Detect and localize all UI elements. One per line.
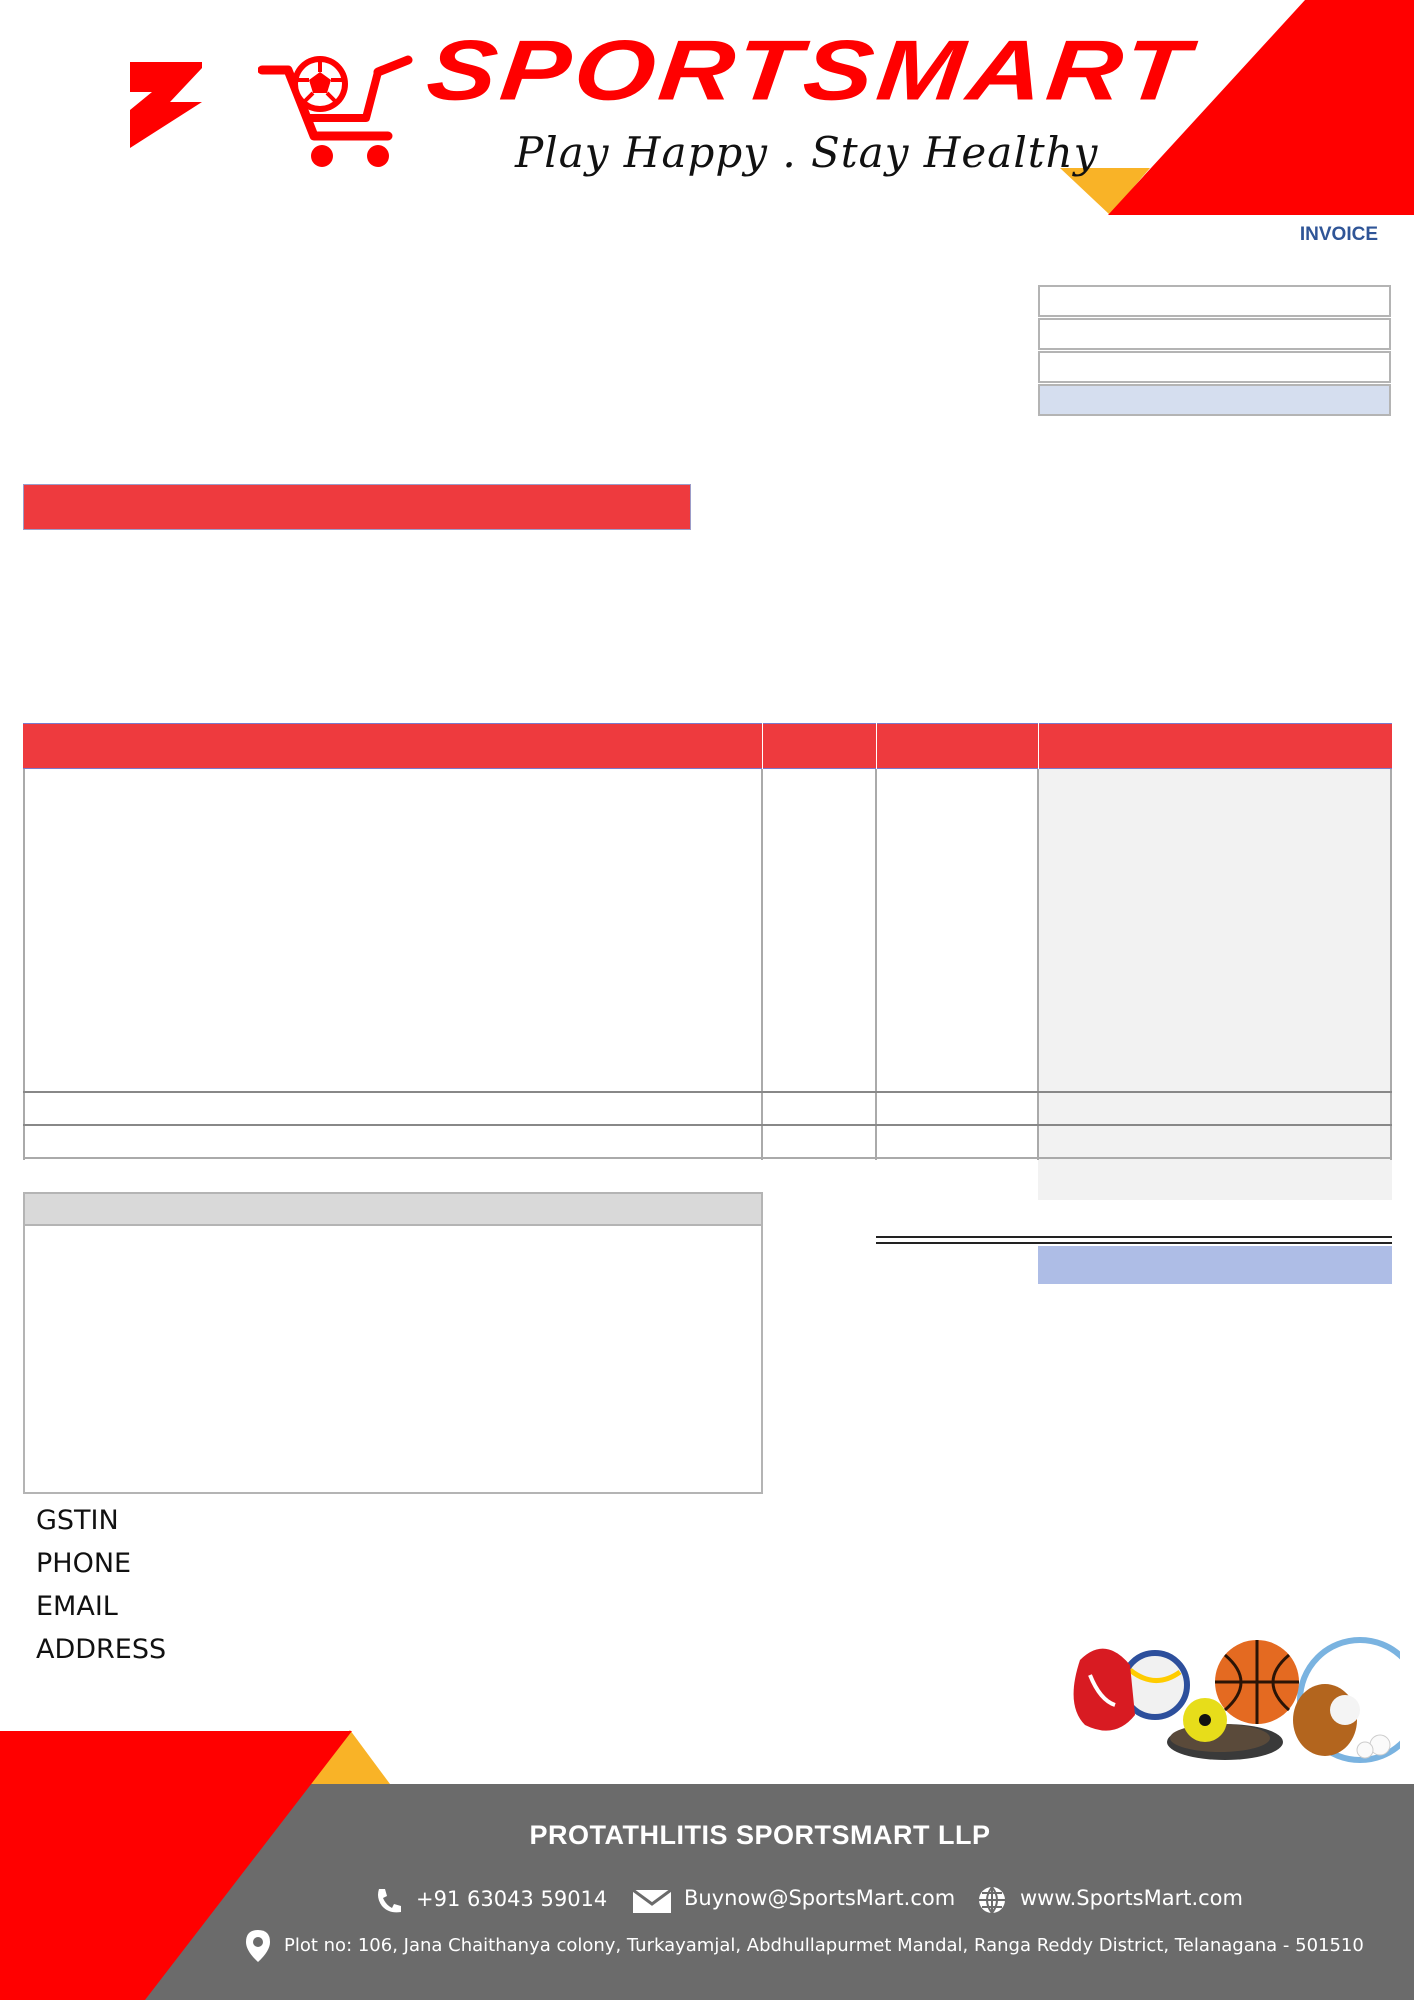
- qty-column-header: [763, 723, 876, 769]
- total-divider: [876, 1236, 1392, 1244]
- cart-icon: [258, 55, 413, 167]
- amount-column-body: [1038, 769, 1392, 1160]
- unit-price-column-header: [877, 723, 1038, 769]
- phone-icon: [378, 1889, 401, 1913]
- due-date-field[interactable]: [1038, 384, 1391, 416]
- footer-address: Plot no: 106, Jana Chaithanya colony, Tu…: [284, 1935, 1364, 1956]
- description-column-header: [23, 723, 762, 769]
- footer-band: [0, 1730, 1414, 2000]
- footer-company-name: PROTATHLITIS SPORTSMART LLP: [529, 1820, 991, 1850]
- items-table: [23, 723, 1392, 1160]
- subtotal-cell: [1038, 1160, 1392, 1200]
- table-row[interactable]: [23, 1091, 1392, 1093]
- amount-column-header: [1039, 723, 1392, 769]
- total-amount-cell: [1038, 1246, 1392, 1284]
- invoice-date-field[interactable]: [1038, 318, 1391, 350]
- brand-tagline: Play Happy . Stay Healthy: [515, 128, 1099, 177]
- notes-header-bar: [23, 1192, 763, 1226]
- notes-box[interactable]: [23, 1224, 763, 1494]
- gstin-label: GSTIN: [36, 1505, 119, 1536]
- address-label: ADDRESS: [36, 1634, 167, 1665]
- email-label: EMAIL: [36, 1591, 118, 1622]
- invoice-number-field[interactable]: [1038, 285, 1391, 317]
- invoice-title: INVOICE: [1299, 224, 1378, 245]
- phone-label: PHONE: [36, 1548, 132, 1579]
- location-pin-icon: [246, 1930, 270, 1962]
- bolt-icon: [130, 62, 202, 148]
- mail-icon: [632, 1888, 672, 1913]
- footer-phone[interactable]: +91 63043 59014: [416, 1887, 607, 1911]
- bill-to-header-bar: [23, 484, 691, 530]
- globe-icon: [979, 1886, 1005, 1914]
- table-row[interactable]: [23, 1124, 1392, 1126]
- brand-name: SPORTSMART: [422, 23, 1197, 119]
- customer-id-field[interactable]: [1038, 351, 1391, 383]
- footer-website[interactable]: www.SportsMart.com: [1020, 1886, 1243, 1910]
- footer-email[interactable]: Buynow@SportsMart.com: [684, 1886, 955, 1910]
